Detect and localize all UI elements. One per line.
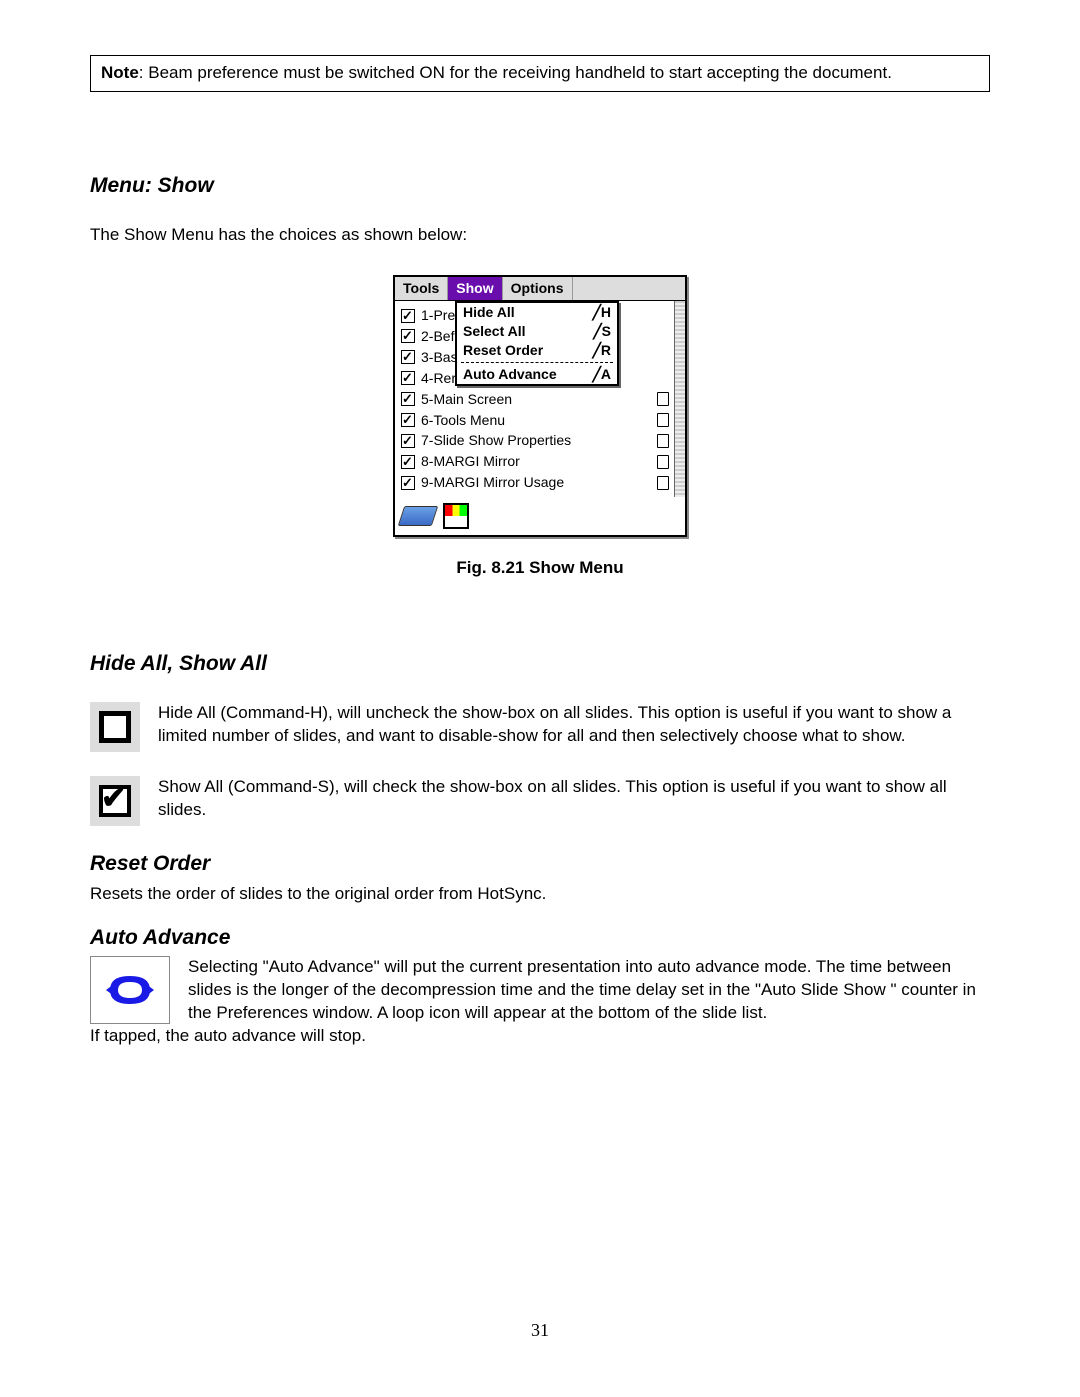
checkbox-icon[interactable] [401, 329, 415, 343]
loop-icon [90, 956, 170, 1024]
menubar-tab-show[interactable]: Show [448, 277, 502, 300]
menubar-tab-tools[interactable]: Tools [395, 277, 448, 300]
auto-advance-row: Selecting "Auto Advance" will put the cu… [90, 956, 990, 1025]
slide-row[interactable]: 9-MARGI Mirror Usage [401, 472, 669, 493]
checkbox-icon[interactable] [401, 455, 415, 469]
heading-reset-order: Reset Order [90, 850, 990, 878]
checkbox-icon[interactable] [401, 371, 415, 385]
dropdown-item-reset-order[interactable]: Reset Order ╱R [457, 341, 617, 360]
dd-label: Hide All [463, 303, 515, 322]
note-icon[interactable] [657, 392, 669, 406]
figure-caption: Fig. 8.21 Show Menu [90, 557, 990, 580]
slide-label: 5-Main Screen [421, 390, 647, 409]
dd-label: Reset Order [463, 341, 543, 360]
slide-row[interactable]: 6-Tools Menu [401, 410, 669, 431]
note-text: : Beam preference must be switched ON fo… [139, 63, 892, 82]
show-menu-dropdown: Hide All ╱H Select All ╱S Reset Order ╱R… [455, 301, 619, 386]
chip-icon[interactable] [398, 506, 438, 526]
note-icon[interactable] [657, 413, 669, 427]
slide-row[interactable]: 7-Slide Show Properties [401, 430, 669, 451]
scrollbar[interactable] [674, 301, 685, 497]
dropdown-item-hide-all[interactable]: Hide All ╱H [457, 303, 617, 322]
color-icon[interactable] [443, 503, 469, 529]
hide-all-row: Hide All (Command-H), will uncheck the s… [90, 702, 990, 752]
screenshot-show-menu: Tools Show Options 1-Pre 2-Bef 3-Bas [393, 275, 687, 537]
slide-label: 7-Slide Show Properties [421, 431, 647, 450]
menu-show-intro: The Show Menu has the choices as shown b… [90, 224, 990, 247]
checkbox-icon[interactable] [401, 309, 415, 323]
dd-label: Auto Advance [463, 365, 557, 384]
show-all-text: Show All (Command-S), will check the sho… [158, 776, 990, 822]
note-icon[interactable] [657, 476, 669, 490]
screenshot-bottom-toolbar [395, 497, 685, 535]
checkbox-icon[interactable] [401, 476, 415, 490]
dropdown-item-select-all[interactable]: Select All ╱S [457, 322, 617, 341]
checkbox-icon[interactable] [401, 434, 415, 448]
unchecked-box-icon [90, 702, 140, 752]
slide-label: 8-MARGI Mirror [421, 452, 647, 471]
menubar-tab-options[interactable]: Options [503, 277, 573, 300]
figure-show-menu: Tools Show Options 1-Pre 2-Bef 3-Bas [90, 275, 990, 580]
hide-all-text: Hide All (Command-H), will uncheck the s… [158, 702, 990, 748]
dd-label: Select All [463, 322, 526, 341]
auto-advance-after: If tapped, the auto advance will stop. [90, 1025, 990, 1048]
dd-shortcut: ╱R [592, 341, 611, 360]
show-all-row: Show All (Command-S), will check the sho… [90, 776, 990, 826]
heading-auto-advance: Auto Advance [90, 924, 990, 952]
checkbox-icon[interactable] [401, 413, 415, 427]
auto-advance-text: Selecting "Auto Advance" will put the cu… [188, 956, 990, 1025]
screenshot-menubar: Tools Show Options [395, 277, 685, 301]
dropdown-item-auto-advance[interactable]: Auto Advance ╱A [457, 365, 617, 384]
heading-menu-show: Menu: Show [90, 172, 990, 200]
dd-shortcut: ╱A [592, 365, 611, 384]
slide-label: 6-Tools Menu [421, 411, 647, 430]
reset-order-text: Resets the order of slides to the origin… [90, 883, 990, 906]
note-icon[interactable] [657, 455, 669, 469]
checkbox-icon[interactable] [401, 350, 415, 364]
note-box: Note: Beam preference must be switched O… [90, 55, 990, 92]
slide-row[interactable]: 5-Main Screen [401, 389, 669, 410]
page-number: 31 [0, 1318, 1080, 1342]
checked-box-icon [90, 776, 140, 826]
heading-hide-show: Hide All, Show All [90, 650, 990, 678]
checkbox-icon[interactable] [401, 392, 415, 406]
slide-label: 9-MARGI Mirror Usage [421, 473, 647, 492]
note-icon[interactable] [657, 434, 669, 448]
dropdown-divider [461, 362, 613, 363]
dd-shortcut: ╱H [592, 303, 611, 322]
dd-shortcut: ╱S [593, 322, 611, 341]
slide-row[interactable]: 8-MARGI Mirror [401, 451, 669, 472]
note-label: Note [101, 63, 139, 82]
screenshot-slidelist: 1-Pre 2-Bef 3-Bas 4-Rer 5-Main Screen [395, 301, 685, 497]
